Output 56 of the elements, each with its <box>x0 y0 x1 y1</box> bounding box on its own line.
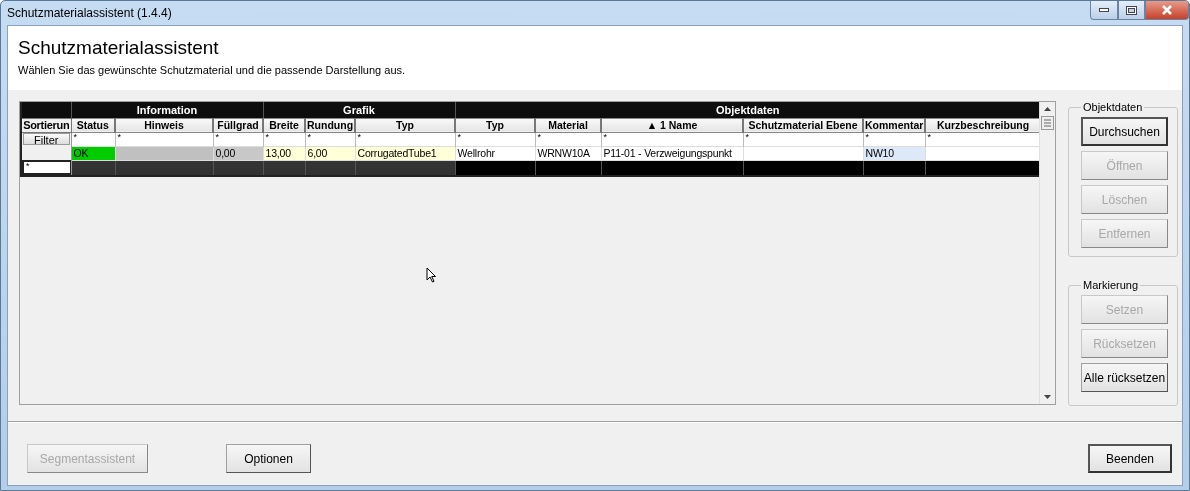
mouse-pointer-icon <box>426 267 436 283</box>
column-header[interactable]: Material <box>535 118 601 132</box>
column-group-header: Grafik <box>263 102 455 118</box>
minimize-icon <box>1099 8 1109 12</box>
column-group-header: Information <box>71 102 263 118</box>
maximize-button[interactable] <box>1118 1 1145 20</box>
filter-cell[interactable]: * <box>307 132 312 142</box>
filter-cell[interactable]: * <box>865 132 870 142</box>
filter-cell[interactable]: * <box>927 132 932 142</box>
column-header[interactable]: Hinweis <box>115 118 213 132</box>
filter-cell[interactable]: * <box>745 132 750 142</box>
column-header[interactable]: Füllgrad <box>213 118 263 132</box>
column-header[interactable]: Kurzbeschreibung <box>925 118 1042 132</box>
column-group-header: Objektdaten <box>455 102 1042 118</box>
table-cell: Wellrohr <box>455 146 535 160</box>
column-header[interactable]: Schutzmaterial Ebene <box>743 118 863 132</box>
column-header[interactable]: Typ <box>455 118 535 132</box>
group-title: Markierung <box>1082 279 1140 292</box>
table-cell: 0,00 <box>213 146 263 160</box>
table-cell: WRNW10A <box>535 146 601 160</box>
table-cell: CorrugatedTube1 <box>355 146 455 160</box>
column-header[interactable]: Breite <box>263 118 305 132</box>
table-cell: 6,00 <box>305 146 355 160</box>
filter-cell[interactable]: * <box>73 132 77 142</box>
close-button[interactable] <box>1145 1 1189 20</box>
filter-cell[interactable]: * <box>457 132 462 142</box>
minimize-button[interactable] <box>1090 1 1118 20</box>
table-cell: 13,00 <box>263 146 305 160</box>
sort-header[interactable]: Sortierun <box>21 118 71 132</box>
push-button[interactable]: Alle rücksetzen <box>1081 363 1168 393</box>
column-header[interactable]: Status <box>71 118 115 132</box>
push-button[interactable]: Optionen <box>226 444 311 473</box>
page-subtitle: Wählen Sie das gewünschte Schutzmaterial und die passende Darstellung aus. <box>18 64 407 76</box>
filter-cell[interactable]: * <box>117 132 121 142</box>
scroll-thumb[interactable] <box>1041 116 1054 130</box>
filter-cell[interactable]: * <box>265 132 270 142</box>
close-icon <box>1161 5 1173 15</box>
maximize-icon <box>1126 5 1137 15</box>
column-header[interactable]: ▲ 1 Name <box>601 118 743 132</box>
push-button[interactable]: Durchsuchen <box>1081 117 1168 146</box>
group-title: Objektdaten <box>1082 101 1144 113</box>
filter-cell[interactable]: * <box>215 132 219 142</box>
column-header[interactable]: Kommentar <box>863 118 925 132</box>
filter-cell[interactable]: * <box>537 132 542 142</box>
column-header[interactable]: Typ <box>355 118 455 132</box>
page-title: Schutzmaterialassistent <box>18 37 220 59</box>
window-title: Schutzmaterialassistent (1.4.4) <box>7 6 172 20</box>
table-cell: NW10 <box>863 146 925 160</box>
table-cell: OK <box>71 146 115 160</box>
filter-cell[interactable]: * <box>357 132 362 142</box>
filter-button[interactable]: Filter <box>22 133 70 146</box>
table-cell: P11-01 - Verzweigungspunkt <box>601 146 743 160</box>
column-header[interactable]: Rundung <box>305 118 355 132</box>
new-row-marker[interactable]: * <box>22 160 70 175</box>
filter-cell[interactable]: * <box>603 132 608 142</box>
push-button[interactable]: Beenden <box>1088 444 1172 473</box>
